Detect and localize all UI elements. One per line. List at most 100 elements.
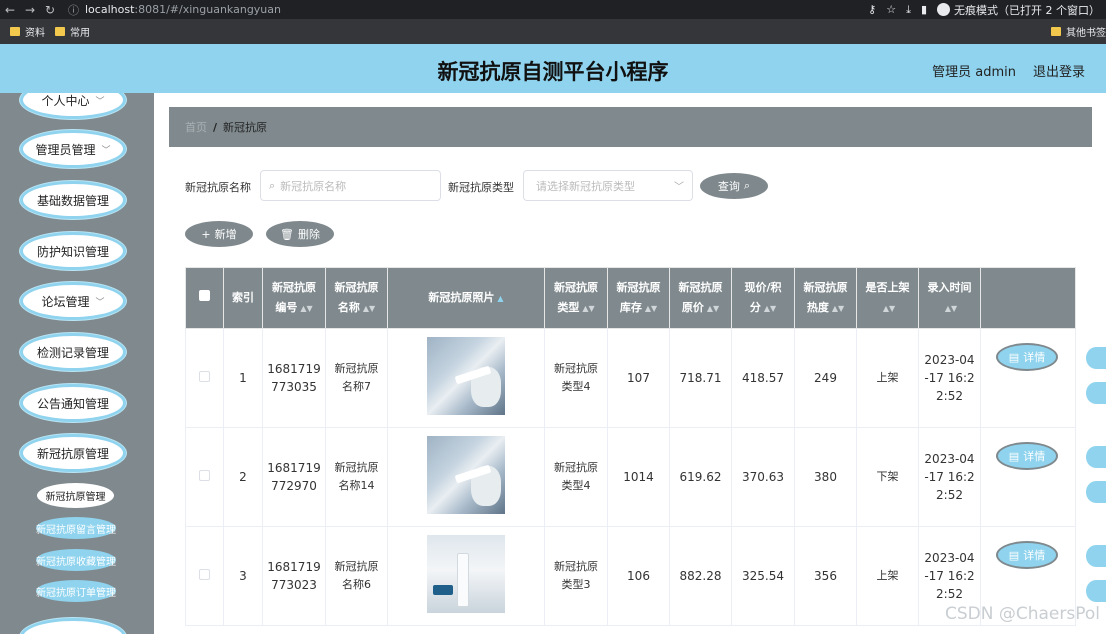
- edit-button[interactable]: [1086, 446, 1106, 468]
- query-button[interactable]: 查询 ⌕: [700, 173, 768, 199]
- sidebar-item-admin-management[interactable]: 管理员管理 ﹀: [20, 130, 126, 168]
- header-price-line2: 原价: [681, 300, 704, 314]
- sidebar-item-label: 个人中心: [41, 93, 90, 108]
- breadcrumb-home[interactable]: 首页: [185, 119, 207, 135]
- table-row: 2 1681719 772970 新冠抗原 名称14 新冠抗原 类型4 1014 61…: [185, 427, 1076, 527]
- sidebar-subitem-antigen-favorites[interactable]: 新冠抗原收藏管理: [36, 549, 116, 571]
- sort-icon[interactable]: ▲▼: [363, 304, 375, 313]
- row-checkbox[interactable]: [199, 470, 210, 481]
- incognito-indicator[interactable]: 无痕模式（已打开 2 个窗口）: [937, 2, 1100, 18]
- cell-heat: 249: [794, 328, 857, 428]
- delete-row-button[interactable]: [1086, 481, 1106, 503]
- header-code[interactable]: 新冠抗原 编号 ▲▼: [262, 267, 326, 329]
- header-time[interactable]: 录入时间 ▲▼: [918, 267, 981, 329]
- row-checkbox[interactable]: [199, 371, 210, 382]
- other-bookmarks[interactable]: 其他书签: [1051, 24, 1106, 39]
- bookmark-folder-1[interactable]: 常用: [55, 24, 90, 39]
- forward-arrow-icon[interactable]: →: [20, 3, 40, 17]
- header-heat[interactable]: 新冠抗原 热度 ▲▼: [794, 267, 857, 329]
- cell-type-line2: 类型4: [561, 479, 591, 492]
- header-select-all[interactable]: [185, 267, 224, 329]
- logout-button[interactable]: 退出登录: [1033, 61, 1085, 80]
- cell-stock: 107: [607, 328, 670, 428]
- edit-button[interactable]: [1086, 545, 1106, 567]
- add-button[interactable]: + 新增: [185, 221, 253, 247]
- header-name[interactable]: 新冠抗原 名称 ▲▼: [325, 267, 388, 329]
- header-stock[interactable]: 新冠抗原库存 ▲▼: [607, 267, 670, 329]
- detail-button[interactable]: ▤ 详情: [996, 442, 1058, 470]
- header-now-price[interactable]: 现价/积分 ▲▼: [731, 267, 795, 329]
- sort-icon[interactable]: ▲▼: [707, 304, 719, 313]
- cell-time-line1: 2023-04: [924, 551, 975, 565]
- header-price[interactable]: 新冠抗原 原价 ▲▼: [669, 267, 732, 329]
- back-arrow-icon[interactable]: ←: [0, 3, 20, 17]
- header-onsale[interactable]: 是否上架 ▲▼: [856, 267, 919, 329]
- cell-code-line2: 772970: [271, 479, 317, 493]
- delete-row-button[interactable]: [1086, 382, 1106, 404]
- sidebar-item-more[interactable]: [20, 618, 126, 634]
- row-select-cell[interactable]: [185, 328, 224, 428]
- cell-heat: 380: [794, 427, 857, 527]
- sort-icon[interactable]: ▲▼: [300, 304, 312, 313]
- sidebar-item-protection-knowledge[interactable]: 防护知识管理: [20, 232, 126, 270]
- antigen-photo[interactable]: [427, 336, 505, 415]
- cell-name-line2: 名称14: [338, 479, 375, 492]
- reload-icon[interactable]: ↻: [40, 3, 60, 17]
- sidebar-subitem-antigen-management[interactable]: 新冠抗原管理: [37, 483, 114, 508]
- sort-ascending-icon[interactable]: ▲: [497, 294, 503, 303]
- type-select[interactable]: 请选择新冠抗原类型 ﹀: [523, 170, 693, 201]
- header-type[interactable]: 新冠抗原 类型 ▲▼: [544, 267, 608, 329]
- sort-icon[interactable]: ▲▼: [945, 304, 957, 313]
- bookmark-folder-0[interactable]: 资料: [10, 24, 45, 39]
- sort-icon[interactable]: ▲▼: [883, 304, 895, 313]
- edit-button[interactable]: [1086, 347, 1106, 369]
- add-button-label: 新增: [214, 228, 237, 241]
- row-checkbox[interactable]: [199, 569, 210, 580]
- sort-icon[interactable]: ▲▼: [764, 304, 776, 313]
- cell-price: 718.71: [669, 328, 732, 428]
- sidebar-item-announcements[interactable]: 公告通知管理: [20, 384, 126, 422]
- row-select-cell[interactable]: [185, 526, 224, 626]
- sort-icon[interactable]: ▲▼: [582, 304, 594, 313]
- detail-button[interactable]: ▤ 详情: [996, 343, 1058, 371]
- antigen-photo[interactable]: [427, 435, 505, 514]
- delete-button[interactable]: 🗑 删除: [266, 221, 334, 247]
- antigen-photo[interactable]: [427, 534, 505, 613]
- header-stock-line1: 新冠抗原: [616, 280, 661, 294]
- name-search-input[interactable]: ⌕ 新冠抗原名称: [260, 170, 441, 201]
- sidebar-item-label: 公告通知管理: [36, 396, 109, 411]
- sidebar-subitem-antigen-orders[interactable]: 新冠抗原订单管理: [36, 580, 116, 602]
- delete-row-button[interactable]: [1086, 580, 1106, 602]
- header-photo[interactable]: 新冠抗原照片 ▲: [387, 267, 545, 329]
- sort-icon[interactable]: ▲▼: [645, 304, 657, 313]
- key-icon[interactable]: ⚷: [868, 3, 876, 16]
- header-heat-line2: 热度: [806, 300, 829, 314]
- star-icon[interactable]: ☆: [886, 3, 896, 16]
- sidebar-item-forum[interactable]: 论坛管理 ﹀: [20, 282, 126, 320]
- sidepanel-icon[interactable]: ▮: [921, 3, 927, 16]
- cell-type-line1: 新冠抗原: [554, 461, 598, 474]
- address-bar[interactable]: ⓘ localhost:8081/#/xinguankangyuan: [68, 2, 281, 18]
- detail-button[interactable]: ▤ 详情: [996, 541, 1058, 569]
- header-type-line2: 类型: [557, 300, 580, 314]
- sidebar-item-antigen-management[interactable]: 新冠抗原管理: [20, 434, 126, 472]
- header-code-line2: 编号: [275, 300, 298, 314]
- cell-price: 619.62: [669, 427, 732, 527]
- download-icon[interactable]: ⤓: [906, 3, 911, 17]
- sidebar-item-personal-center[interactable]: 个人中心 ﹀: [20, 93, 126, 119]
- detail-button-label: 详情: [1023, 351, 1046, 364]
- folder-icon: [55, 27, 65, 36]
- header-stock-line2: 库存: [619, 300, 642, 314]
- row-select-cell[interactable]: [185, 427, 224, 527]
- sidebar-item-basic-data[interactable]: 基础数据管理: [20, 181, 126, 219]
- cell-code: 1681719 773023: [262, 526, 326, 626]
- cell-code: 1681719 772970: [262, 427, 326, 527]
- sidebar-item-test-records[interactable]: 检测记录管理: [20, 333, 126, 371]
- sort-icon[interactable]: ▲▼: [832, 304, 844, 313]
- sidebar-item-label: 管理员管理: [35, 142, 96, 157]
- header-name-line1: 新冠抗原: [334, 280, 379, 294]
- detail-button-label: 详情: [1023, 549, 1046, 562]
- sidebar-subitem-antigen-messages[interactable]: 新冠抗原留言管理: [36, 517, 116, 539]
- cell-type-line2: 类型3: [561, 578, 591, 591]
- select-all-checkbox[interactable]: [199, 290, 210, 301]
